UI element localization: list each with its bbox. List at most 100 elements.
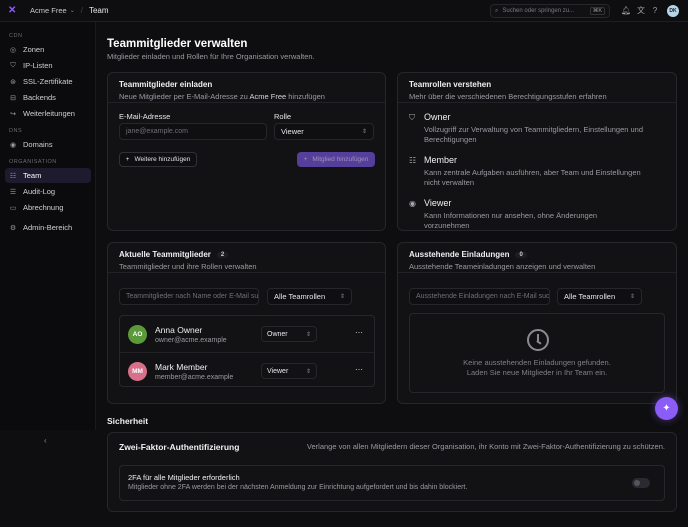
email-label: E-Mail-Adresse xyxy=(119,112,171,121)
org-name: Acme Free xyxy=(30,6,67,15)
add-more-label: Weitere hinzufügen xyxy=(134,156,191,163)
logo-icon[interactable]: ✕ xyxy=(8,5,18,16)
more-icon[interactable]: ⋯ xyxy=(355,365,363,374)
role-select-value: Viewer xyxy=(281,127,304,136)
settings-icon: ⚙ xyxy=(9,224,17,232)
translate-icon[interactable]: 文 xyxy=(636,6,646,16)
add-member-button[interactable]: + Mitglied hinzufügen xyxy=(297,152,375,167)
bell-icon[interactable]: 🔔︎ xyxy=(621,6,631,16)
global-search[interactable]: ⌕ Suchen oder springen zu... ⌘K xyxy=(490,4,610,18)
redirect-icon: ↪ xyxy=(10,110,16,118)
credit-card-icon: ▭ xyxy=(9,204,17,212)
role-name: Owner xyxy=(424,112,451,122)
sidebar-item-label: SSL-Zertifikate xyxy=(23,77,73,86)
role-member: ☷ Member Kann zentrale Aufgaben ausführe… xyxy=(409,155,644,187)
shield-icon: ⛉ xyxy=(409,113,415,122)
pending-invitations-card: Ausstehende Einladungen 0 Ausstehende Te… xyxy=(397,242,677,404)
plus-icon: + xyxy=(125,156,130,163)
sidebar-item-ip-listen[interactable]: ⛉ IP-Listen xyxy=(5,58,91,73)
sidebar-item-label: Audit-Log xyxy=(23,187,56,196)
sidebar-item-weiterleitungen[interactable]: ↪ Weiterleitungen xyxy=(5,106,91,121)
empty-state: Keine ausstehenden Einladungen gefunden.… xyxy=(409,313,665,393)
member-role-filter[interactable]: Alle Teamrollen ⇕ xyxy=(267,288,352,305)
sidebar-item-label: Abrechnung xyxy=(23,203,64,212)
member-role-value: Viewer xyxy=(267,367,289,375)
two-factor-card: Zwei-Faktor-Authentifizierung Verlange v… xyxy=(107,432,677,512)
member-name: Mark Member xyxy=(155,362,208,372)
pending-search-input[interactable]: Ausstehende Einladungen nach E-Mail such… xyxy=(409,288,550,305)
role-label: Rolle xyxy=(274,112,292,121)
member-email: owner@acme.example xyxy=(155,337,227,344)
page-title: Teammitglieder verwalten xyxy=(107,38,248,50)
sidebar: CDN ◎ Zonen ⛉ IP-Listen ⊛ SSL-Zertifikat… xyxy=(0,22,96,445)
member-search-input[interactable]: Teammitglieder nach Name oder E-Mail suc… xyxy=(119,288,259,305)
more-icon[interactable]: ⋯ xyxy=(355,328,363,337)
invite-title: Teammitglieder einladen xyxy=(119,80,213,89)
user-avatar[interactable]: DK xyxy=(667,5,679,17)
role-desc: Kann Informationen nur ansehen, ohne Änd… xyxy=(424,211,598,230)
chevron-down-icon: ⌄ xyxy=(69,8,75,14)
invite-subtitle-prefix: Neue Mitglieder per E-Mail-Adresse zu xyxy=(119,92,248,101)
org-switcher[interactable]: Acme Free ⌄ xyxy=(30,6,75,15)
role-select[interactable]: Viewer ⇕ xyxy=(274,123,374,140)
require-2fa-toggle[interactable] xyxy=(632,478,650,488)
two-factor-title: Zwei-Faktor-Authentifizierung xyxy=(119,442,240,452)
chevron-updown-icon: ⇕ xyxy=(361,129,367,135)
option-description: Mitglieder ohne 2FA werden bei der nächs… xyxy=(128,484,468,491)
role-name: Member xyxy=(424,155,458,165)
sidebar-item-backends[interactable]: ⊟ Backends xyxy=(5,90,91,105)
help-icon[interactable]: ? xyxy=(650,6,660,16)
users-icon: ☷ xyxy=(409,156,417,165)
chevron-updown-icon: ⇕ xyxy=(305,368,311,375)
empty-line-2: Laden Sie neue Mitglieder in Ihr Team ei… xyxy=(466,368,608,377)
filter-value: Alle Teamrollen xyxy=(274,292,326,301)
empty-message: Keine ausstehenden Einladungen gefunden.… xyxy=(410,358,664,378)
eye-icon: ◉ xyxy=(409,199,416,208)
chevron-updown-icon: ⇕ xyxy=(305,331,311,338)
sidebar-item-label: Backends xyxy=(23,93,56,102)
certificate-icon: ⊛ xyxy=(10,78,16,86)
pending-role-filter[interactable]: Alle Teamrollen ⇕ xyxy=(557,288,642,305)
add-more-button[interactable]: + Weitere hinzufügen xyxy=(119,152,197,167)
sidebar-item-label: Zonen xyxy=(23,45,45,54)
users-icon: ☷ xyxy=(9,172,17,180)
current-subtitle: Teammitglieder und ihre Rollen verwalten xyxy=(119,262,257,271)
roles-title: Teamrollen verstehen xyxy=(409,80,492,89)
sidebar-item-domains[interactable]: ◉ Domains xyxy=(5,137,91,152)
role-desc: Vollzugriff zur Verwaltung von Teammitgl… xyxy=(424,125,644,144)
assistant-button[interactable]: ✦ xyxy=(655,397,678,420)
chevron-updown-icon: ⇕ xyxy=(339,294,345,300)
role-desc: Kann zentrale Aufgaben ausführen, aber T… xyxy=(424,168,641,187)
invite-subtitle: Neue Mitglieder per E-Mail-Adresse zu Ac… xyxy=(119,92,374,101)
collapse-sidebar-icon[interactable]: ‹ xyxy=(44,436,47,445)
role-name: Viewer xyxy=(424,198,452,208)
sidebar-item-admin[interactable]: ⚙ Admin-Bereich xyxy=(5,220,91,235)
chevron-updown-icon: ⇕ xyxy=(629,294,635,300)
member-role-select[interactable]: Owner ⇕ xyxy=(261,326,317,342)
pending-subtitle: Ausstehende Teameinladungen anzeigen und… xyxy=(409,262,596,271)
sidebar-item-abrechnung[interactable]: ▭ Abrechnung xyxy=(5,200,91,215)
current-members-card: Aktuelle Teammitglieder 2 Teammitglieder… xyxy=(107,242,386,404)
roles-subtitle: Mehr über die verschiedenen Berechtigung… xyxy=(409,92,607,101)
server-icon: ⊟ xyxy=(10,94,16,102)
email-input[interactable]: jane@example.com xyxy=(119,123,267,140)
option-title: 2FA für alle Mitglieder erforderlich xyxy=(128,473,240,482)
pending-title: Ausstehende Einladungen 0 xyxy=(409,250,665,259)
plus-icon: + xyxy=(303,156,308,163)
member-row: MM Mark Member member@acme.example Viewe… xyxy=(120,352,374,388)
shield-icon: ⛉ xyxy=(10,61,16,69)
member-list: AO Anna Owner owner@acme.example Owner ⇕… xyxy=(119,315,375,387)
sidebar-item-label: Weiterleitungen xyxy=(23,109,75,118)
sidebar-item-ssl[interactable]: ⊛ SSL-Zertifikate xyxy=(5,74,91,89)
sidebar-item-audit-log[interactable]: ☰ Audit-Log xyxy=(5,184,91,199)
list-icon: ☰ xyxy=(9,188,17,196)
sidebar-item-label: Team xyxy=(23,171,42,180)
invite-subtitle-suffix: hinzufügen xyxy=(288,92,325,101)
sidebar-item-team[interactable]: ☷ Team xyxy=(5,168,91,183)
member-email: member@acme.example xyxy=(155,374,234,381)
member-role-select[interactable]: Viewer ⇕ xyxy=(261,363,317,379)
sidebar-item-zonen[interactable]: ◎ Zonen xyxy=(5,42,91,57)
pending-title-text: Ausstehende Einladungen xyxy=(409,250,510,259)
sidebar-section-organisation: ORGANISATION xyxy=(9,159,57,165)
sidebar-item-label: Domains xyxy=(23,140,53,149)
